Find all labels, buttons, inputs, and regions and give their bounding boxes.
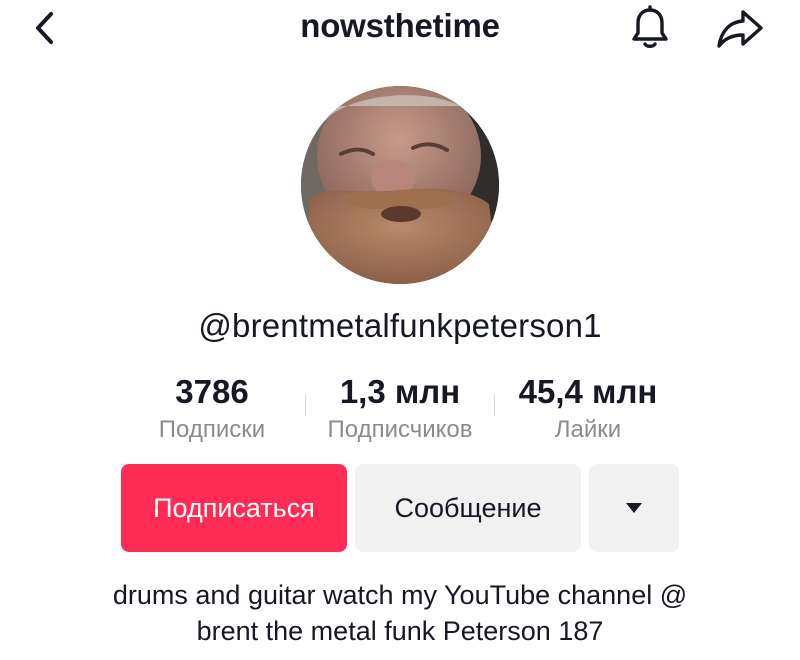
likes-count: 45,4 млн [518, 373, 658, 410]
chevron-left-icon [36, 12, 53, 44]
follow-button[interactable]: Подписаться [121, 464, 347, 552]
avatar[interactable] [301, 86, 499, 284]
share-arrow-icon [717, 10, 763, 48]
profile-username: @brentmetalfunkpeterson1 [198, 307, 602, 344]
avatar-photo [301, 86, 499, 284]
stat-divider [494, 394, 495, 416]
more-options-button[interactable] [589, 464, 679, 552]
bio-line: drums and guitar watch my YouTube channe… [112, 580, 688, 610]
bio-line: brent the metal funk Peterson 187 [196, 616, 604, 646]
page-title: nowsthetime [300, 7, 500, 44]
caret-down-icon [626, 503, 642, 513]
following-count: 3786 [175, 373, 249, 410]
profile-bio: drums and guitar watch my YouTube channe… [60, 577, 740, 649]
following-label: Подписки [158, 416, 266, 443]
share-button[interactable] [712, 4, 768, 52]
notifications-button[interactable] [624, 4, 676, 52]
back-button[interactable] [22, 8, 66, 48]
followers-count: 1,3 млн [339, 373, 461, 410]
bell-icon [632, 5, 668, 48]
stat-following[interactable]: 3786 Подписки [130, 372, 294, 452]
likes-label: Лайки [554, 416, 622, 443]
followers-label: Подписчиков [327, 416, 473, 443]
stat-likes[interactable]: 45,4 млн Лайки [502, 372, 674, 452]
message-button[interactable]: Сообщение [355, 464, 581, 552]
stat-followers[interactable]: 1,3 млн Подписчиков [306, 372, 494, 452]
